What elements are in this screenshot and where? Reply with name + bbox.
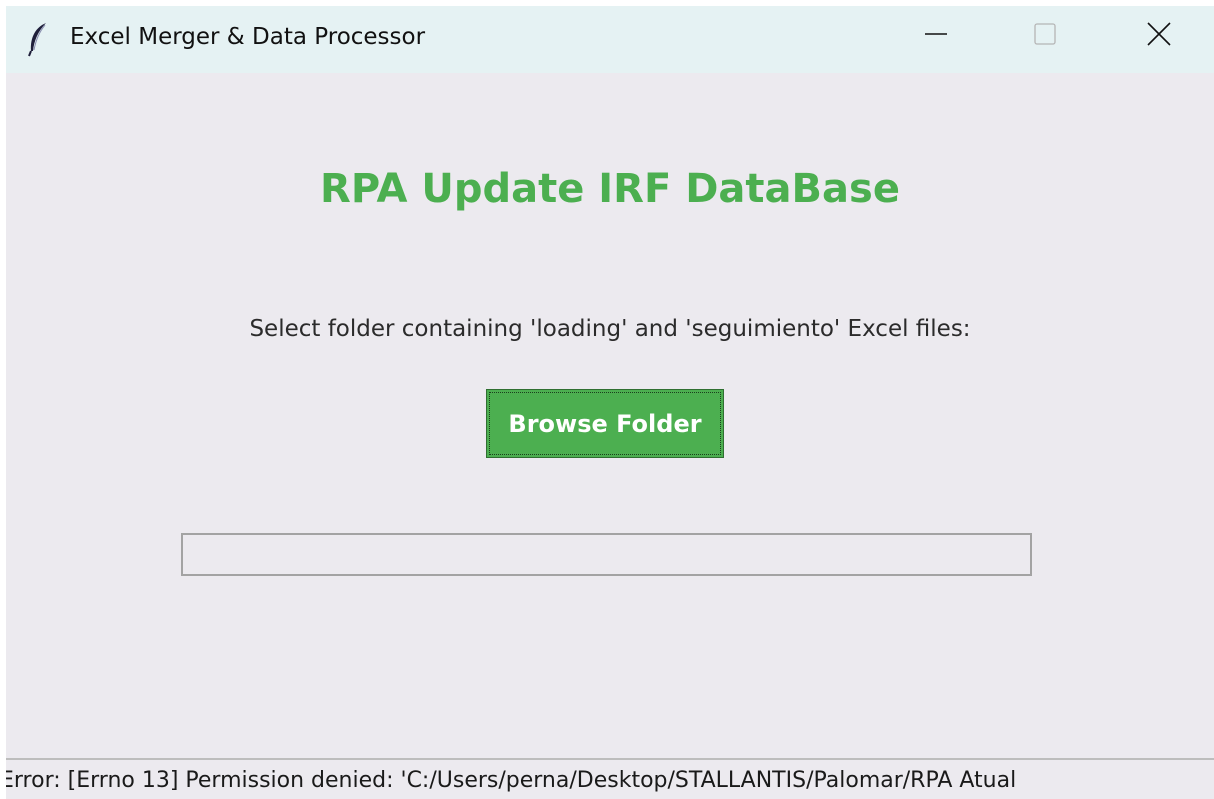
maximize-button[interactable]	[1015, 6, 1075, 66]
browse-folder-button-label: Browse Folder	[508, 409, 702, 438]
status-message: Error: [Errno 13] Permission denied: 'C:…	[6, 768, 1017, 793]
status-bar: Error: [Errno 13] Permission denied: 'C:…	[6, 758, 1214, 799]
minimize-icon	[924, 22, 948, 50]
feather-icon	[26, 21, 50, 57]
progress-bar	[181, 533, 1032, 576]
app-window: Excel Merger & Data Processor RPA Update…	[6, 6, 1214, 799]
title-bar[interactable]: Excel Merger & Data Processor	[6, 6, 1214, 73]
window-title: Excel Merger & Data Processor	[70, 24, 426, 50]
folder-instruction-label: Select folder containing 'loading' and '…	[249, 316, 971, 342]
page-title: RPA Update IRF DataBase	[320, 166, 900, 212]
minimize-button[interactable]	[906, 6, 966, 66]
browse-folder-button[interactable]: Browse Folder	[486, 389, 724, 458]
close-button[interactable]	[1129, 6, 1189, 66]
maximize-icon	[1033, 22, 1057, 50]
close-icon	[1146, 21, 1172, 51]
